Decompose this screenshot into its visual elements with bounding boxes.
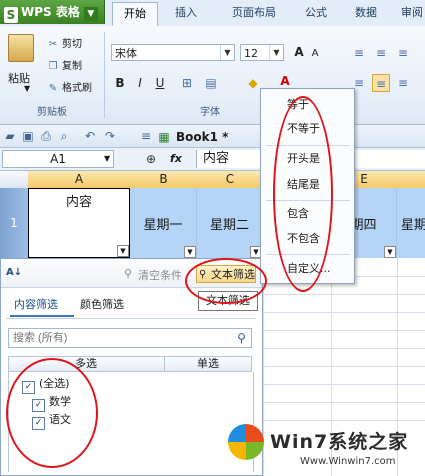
- app-menu-button[interactable]: S WPS 表格 ▼: [0, 0, 105, 24]
- gridline: [263, 294, 425, 295]
- cell-f1[interactable]: 星期: [397, 188, 425, 258]
- windows-logo-icon: [228, 424, 264, 460]
- annotation-oval: [273, 96, 333, 292]
- clear-filter-button[interactable]: 清空条件: [138, 267, 182, 283]
- wps-logo-icon: S: [4, 7, 18, 23]
- chevron-down-icon[interactable]: ▼: [24, 84, 30, 93]
- scissors-icon: ✂: [48, 39, 58, 50]
- column-header-f[interactable]: [397, 171, 425, 189]
- filter-dropdown-icon[interactable]: ▼: [384, 246, 396, 258]
- bold-button[interactable]: B: [111, 74, 129, 92]
- font-family-value: 宋体: [115, 47, 137, 60]
- tab-content-filter[interactable]: 内容筛选: [14, 296, 58, 314]
- gridline: [263, 384, 425, 385]
- font-size-value: 12: [244, 47, 258, 60]
- divider: [6, 318, 256, 319]
- annotation-oval: [6, 358, 98, 468]
- chevron-down-icon: ▼: [269, 45, 283, 60]
- format-painter-button[interactable]: ✎ 格式刷: [46, 80, 92, 98]
- column-single-select[interactable]: 单选: [164, 356, 252, 372]
- folder-open-icon[interactable]: ▰: [2, 128, 18, 144]
- customize-icon[interactable]: ≡: [138, 128, 154, 144]
- column-header-c[interactable]: C: [197, 171, 264, 189]
- font-size-select[interactable]: 12 ▼: [240, 44, 284, 61]
- align-middle-icon[interactable]: ≡: [372, 44, 390, 62]
- align-right-icon[interactable]: ≡: [394, 74, 412, 92]
- cell-b1-text: 星期一: [143, 218, 183, 233]
- select-all-corner[interactable]: [0, 171, 29, 189]
- gridline: [263, 420, 425, 421]
- italic-button[interactable]: I: [131, 74, 149, 92]
- annotation-oval: [185, 258, 267, 304]
- column-header-a[interactable]: A: [28, 171, 131, 189]
- borders-icon[interactable]: ⊞: [178, 74, 196, 92]
- copy-button[interactable]: ❐ 复制: [46, 58, 82, 76]
- copy-icon: ❐: [48, 61, 58, 72]
- cell-c1[interactable]: 星期二 ▼: [197, 188, 263, 258]
- gridline: [263, 366, 425, 367]
- search-icon[interactable]: ⚲: [232, 329, 251, 347]
- chevron-down-icon[interactable]: ▼: [104, 154, 110, 163]
- format-painter-label: 格式刷: [62, 83, 92, 94]
- brush-icon: ✎: [48, 83, 58, 94]
- chevron-down-icon: ▼: [83, 7, 98, 21]
- funnel-icon[interactable]: ⚲: [124, 267, 132, 280]
- merge-icon[interactable]: ▤: [202, 74, 220, 92]
- sort-ascending-button[interactable]: A↓: [6, 267, 22, 278]
- tab-data[interactable]: 数据: [344, 2, 388, 25]
- tab-formulas[interactable]: 公式: [294, 2, 338, 25]
- row-header-1[interactable]: 1: [0, 188, 28, 258]
- save-icon[interactable]: ▣: [20, 128, 36, 144]
- filter-dropdown-icon[interactable]: ▼: [117, 245, 129, 257]
- cell-a1-text: 内容: [65, 195, 92, 210]
- tab-review[interactable]: 审阅: [394, 2, 425, 25]
- undo-icon[interactable]: ↶: [82, 128, 98, 144]
- paste-icon[interactable]: [8, 34, 34, 62]
- tab-color-filter[interactable]: 颜色筛选: [80, 296, 124, 314]
- column-header-b[interactable]: B: [130, 171, 198, 189]
- filter-dropdown-icon[interactable]: ▼: [184, 246, 196, 258]
- align-center-icon[interactable]: ≡: [372, 74, 390, 92]
- cell-c1-text: 星期二: [209, 218, 249, 233]
- watermark-title: Win7系统之家: [270, 431, 409, 453]
- group-separator: [104, 32, 105, 118]
- workbook-icon: ▦: [158, 130, 170, 144]
- cut-label: 剪切: [62, 39, 82, 50]
- copy-label: 复制: [62, 61, 82, 72]
- group-label-clipboard: 剪贴板: [37, 107, 67, 118]
- cut-button[interactable]: ✂ 剪切: [46, 36, 82, 54]
- print-icon[interactable]: ⎙: [38, 128, 54, 144]
- cell-b1[interactable]: 星期一 ▼: [130, 188, 197, 258]
- font-family-select[interactable]: 宋体 ▼: [111, 44, 235, 61]
- tab-insert[interactable]: 插入: [164, 2, 208, 25]
- underline-button[interactable]: U: [151, 74, 169, 92]
- filter-search-input[interactable]: [8, 328, 252, 348]
- tab-home[interactable]: 开始: [112, 2, 158, 26]
- redo-icon[interactable]: ↷: [102, 128, 118, 144]
- cell-a1[interactable]: 内容 ▼: [28, 188, 130, 258]
- shrink-font-button[interactable]: A: [306, 45, 324, 63]
- chevron-down-icon: ▼: [220, 45, 234, 60]
- watermark-url: Www.Winwin7.com: [300, 456, 396, 467]
- active-tab-indicator: [10, 315, 74, 317]
- print-preview-icon[interactable]: ⌕: [56, 128, 72, 144]
- app-name: WPS 表格: [21, 5, 80, 19]
- zoom-icon[interactable]: ⊕: [146, 152, 156, 166]
- tab-page-layout[interactable]: 页面布局: [218, 2, 290, 25]
- gridline: [263, 402, 425, 403]
- cell-f1-text: 星期: [401, 218, 425, 233]
- name-box[interactable]: A1: [2, 150, 114, 168]
- gridline: [263, 330, 425, 331]
- group-label-font: 字体: [200, 107, 220, 118]
- fx-button[interactable]: fx: [170, 152, 182, 165]
- align-bottom-icon[interactable]: ≡: [394, 44, 412, 62]
- gridline: [263, 348, 425, 349]
- align-top-icon[interactable]: ≡: [350, 44, 368, 62]
- gridline: [263, 312, 425, 313]
- workbook-tab[interactable]: Book1 *: [176, 128, 228, 147]
